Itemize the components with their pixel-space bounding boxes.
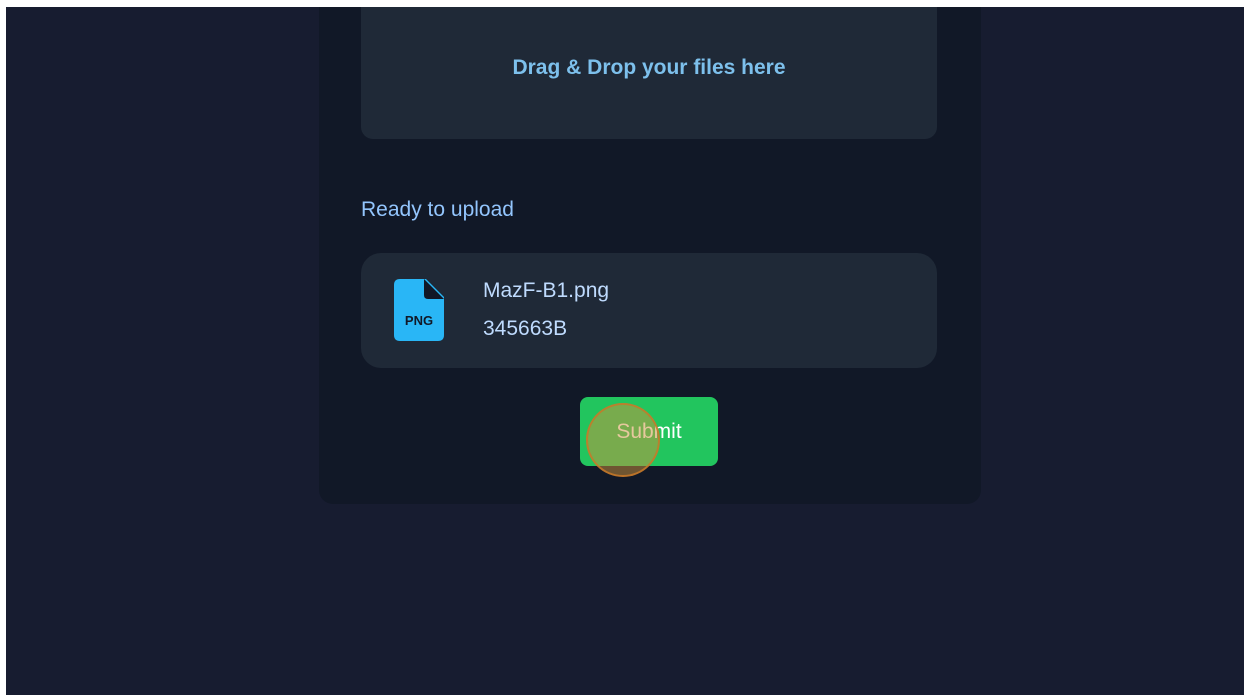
png-file-icon-label: PNG <box>405 313 433 328</box>
dropzone-text: Drag & Drop your files here <box>512 56 786 79</box>
png-file-icon: PNG <box>394 279 444 341</box>
file-dropzone[interactable]: Drag & Drop your files here <box>361 7 937 139</box>
file-size: 345663B <box>483 317 568 340</box>
file-name: MazF-B1.png <box>483 279 610 302</box>
file-list-item: PNG MazF-B1.png 345663B <box>361 253 937 368</box>
page-viewport: Drag & Drop your files here Ready to upl… <box>6 7 1244 695</box>
upload-card: Drag & Drop your files here Ready to upl… <box>319 7 981 504</box>
submit-button[interactable]: Submit <box>580 397 718 466</box>
upload-status-text: Ready to upload <box>361 198 514 221</box>
cloud-upload-icon <box>631 7 755 21</box>
